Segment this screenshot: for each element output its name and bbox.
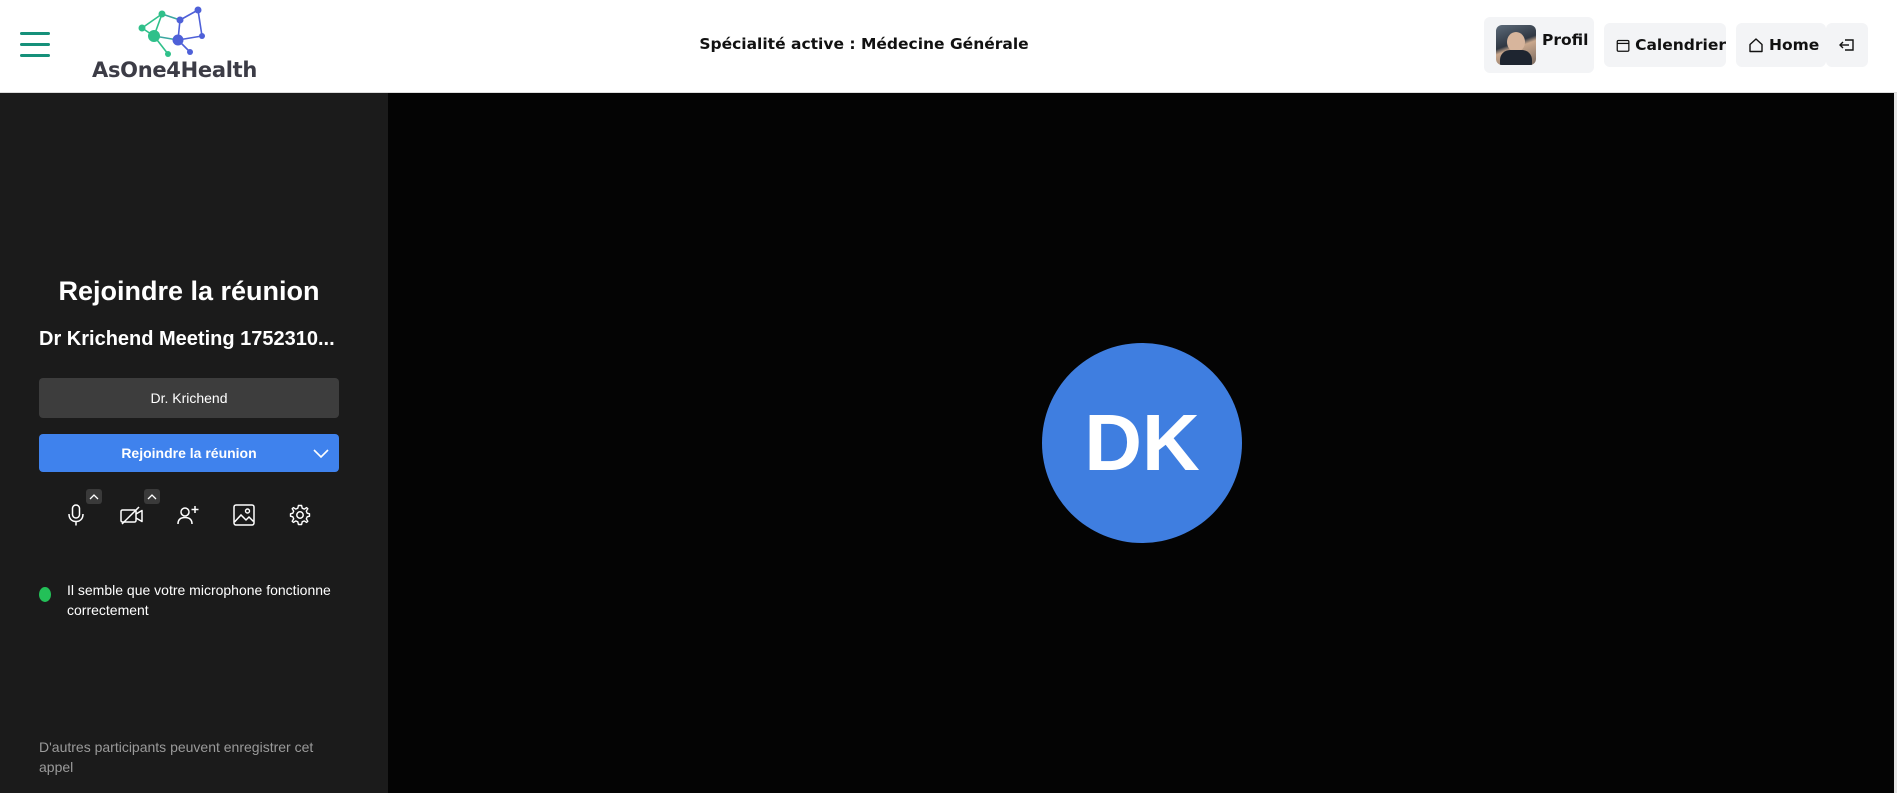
profile-label: Profil <box>1542 31 1589 49</box>
microphone-status-text: Il semble que votre microphone fonctionn… <box>67 582 331 618</box>
participant-avatar: DK <box>1042 343 1242 543</box>
video-preview-area: DK <box>388 93 1897 793</box>
status-indicator-dot <box>39 587 51 602</box>
meeting-name: Dr Krichend Meeting 1752310... <box>39 328 335 350</box>
logout-button[interactable] <box>1826 23 1868 67</box>
chevron-up-icon <box>147 493 157 499</box>
prejoin-toolbar <box>60 489 330 535</box>
invite-people-button[interactable] <box>172 499 204 531</box>
join-meeting-label: Rejoindre la réunion <box>121 445 257 461</box>
chevron-down-icon[interactable] <box>311 443 331 463</box>
home-button[interactable]: Home <box>1736 23 1826 67</box>
virtual-background-button[interactable] <box>228 499 260 531</box>
microphone-icon <box>68 504 84 526</box>
home-label: Home <box>1769 36 1820 54</box>
calendar-button[interactable]: Calendrier <box>1604 23 1726 67</box>
logo-wordmark: AsOne4Health <box>92 58 257 82</box>
calendar-label: Calendrier <box>1635 36 1726 54</box>
recording-notice: D'autres participants peuvent enregistre… <box>39 739 314 775</box>
join-meeting-button[interactable]: Rejoindre la réunion <box>39 434 339 472</box>
avatar <box>1496 25 1536 65</box>
background-image-icon <box>233 504 255 526</box>
camera-off-icon <box>120 506 143 525</box>
settings-button[interactable] <box>284 499 316 531</box>
camera-options-caret[interactable] <box>144 489 160 504</box>
settings-gear-icon <box>289 504 311 526</box>
home-icon <box>1749 38 1763 53</box>
calendar-icon <box>1616 39 1630 52</box>
chevron-up-icon <box>89 493 99 499</box>
microphone-options-caret[interactable] <box>86 489 102 504</box>
logout-icon <box>1839 39 1854 51</box>
camera-toggle[interactable] <box>116 499 148 531</box>
active-specialty: Spécialité active : Médecine Générale <box>699 35 1029 53</box>
top-navigation-bar: AsOne4Health Spécialité active : Médecin… <box>0 0 1897 93</box>
invite-person-icon <box>177 506 199 525</box>
display-name-input[interactable] <box>39 378 339 418</box>
prejoin-title: Rejoindre la réunion <box>58 276 320 306</box>
profile-button[interactable]: Profil <box>1484 17 1594 73</box>
prejoin-panel: Rejoindre la réunion Dr Krichend Meeting… <box>0 93 388 793</box>
